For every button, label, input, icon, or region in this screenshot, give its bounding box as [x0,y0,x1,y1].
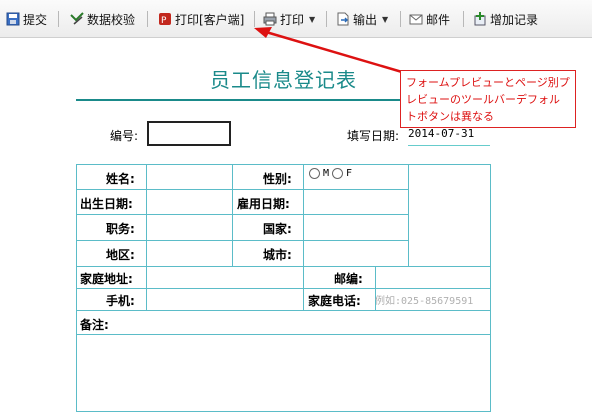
region-field[interactable] [146,240,233,267]
zip-field[interactable] [375,266,491,289]
mail-label: 邮件 [426,12,451,27]
add-record-button[interactable]: 增加记录 [473,9,538,29]
zip-label: 邮编: [334,272,363,286]
toolbar-divider [326,11,327,27]
date-label: 填写日期: [347,129,400,143]
pdf-icon: P [158,12,172,26]
form-title: 员工信息登记表 [210,68,357,92]
photo-cell [408,164,491,267]
birth-field[interactable] [146,189,233,215]
city-field[interactable] [303,240,409,267]
hire-field[interactable] [303,189,409,215]
print-client-label: 打印[客户端] [175,12,245,27]
remarks-field[interactable] [76,334,491,412]
mobile-field[interactable] [146,288,304,311]
toolbar-divider [254,11,255,27]
date-underline [408,145,490,146]
annotation-callout: フォームプレビューとページ別プレビューのツールバーデフォルトボタンは異なる [400,70,576,128]
data-check-button[interactable]: 数据校验 [70,9,135,29]
toolbar-divider [147,11,148,27]
submit-label: 提交 [23,12,48,27]
country-field[interactable] [303,214,409,241]
birth-label: 出生日期: [80,197,133,211]
address-label: 家庭地址: [80,272,133,286]
remarks-label-cell [76,310,491,335]
toolbar-divider [58,11,59,27]
save-icon [6,12,20,26]
position-label: 职务: [106,222,135,236]
name-label: 姓名: [106,172,135,186]
home-phone-label: 家庭电话: [308,294,361,308]
export-button[interactable]: 输出 ▼ [336,9,388,29]
region-label: 地区: [106,248,135,262]
mobile-label: 手机: [106,294,135,308]
print-button[interactable]: 打印 ▼ [263,9,315,29]
svg-text:P: P [161,16,167,26]
country-label: 国家: [263,222,292,236]
chevron-down-icon: ▼ [382,14,389,24]
gender-f-radio[interactable] [332,168,344,179]
print-client-button[interactable]: P 打印[客户端] [158,9,244,29]
gender-radio-group: M F [309,168,352,179]
add-record-label: 增加记录 [490,12,539,27]
hire-label: 雇用日期: [237,197,290,211]
name-field[interactable] [146,164,233,190]
city-label: 城市: [263,248,292,262]
address-field[interactable] [146,266,304,289]
export-label: 输出 [353,12,378,27]
add-record-icon [473,12,487,26]
home-phone-placeholder: 例如:025-85679591 [375,296,474,307]
submit-button[interactable]: 提交 [6,9,47,29]
date-value[interactable]: 2014-07-31 [408,127,474,140]
mail-button[interactable]: 邮件 [409,9,450,29]
remarks-label: 备注: [80,318,109,332]
toolbar-divider [463,11,464,27]
print-label: 打印 [280,12,305,27]
data-check-label: 数据校验 [87,12,136,27]
position-field[interactable] [146,214,233,241]
gender-m-label: M [323,168,330,179]
toolbar-divider [400,11,401,27]
check-pen-icon [70,12,84,26]
mail-icon [409,12,423,26]
gender-f-label: F [346,168,353,179]
chevron-down-icon: ▼ [309,14,316,24]
gender-label: 性别: [263,172,292,186]
toolbar: 提交 数据校验 P 打印[客户端] 打印 ▼ 输出 ▼ 邮件 增加记录 [0,0,592,38]
export-icon [336,12,350,26]
code-input[interactable] [147,121,231,146]
code-label: 编号: [110,129,139,143]
printer-icon [263,12,277,26]
gender-m-radio[interactable] [309,168,320,179]
